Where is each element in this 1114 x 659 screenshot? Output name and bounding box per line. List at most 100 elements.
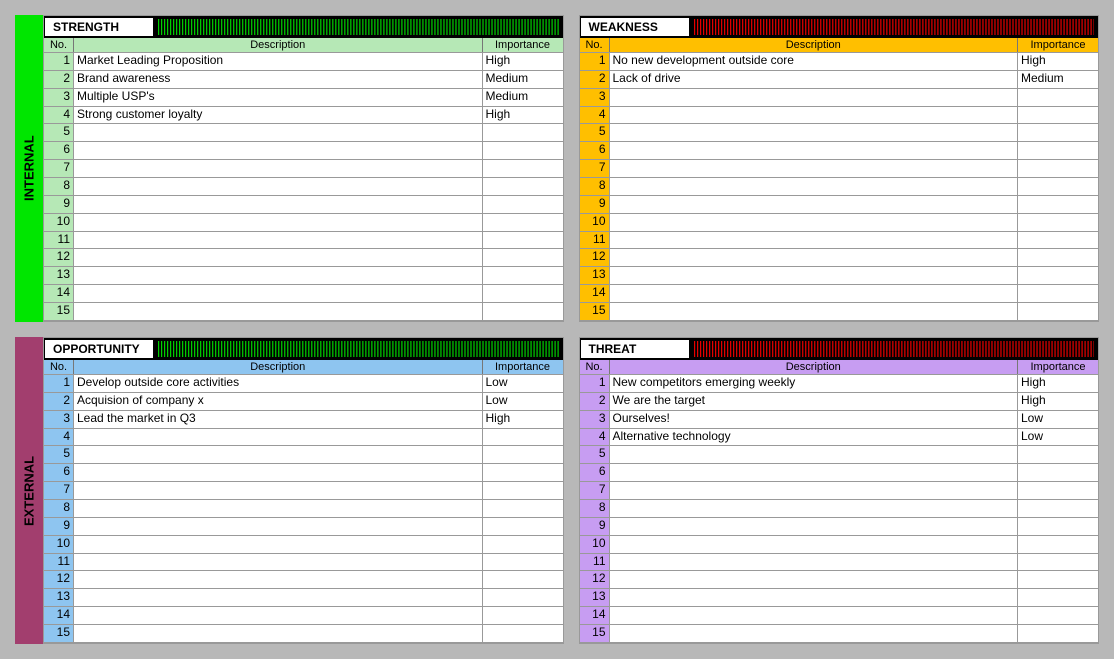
row-description[interactable] [610,267,1019,284]
row-description[interactable] [610,249,1019,266]
row-importance[interactable] [483,536,563,553]
row-description[interactable]: Alternative technology [610,429,1019,446]
row-importance[interactable] [483,589,563,606]
row-importance[interactable]: High [1018,53,1098,70]
row-description[interactable] [610,303,1019,320]
row-description[interactable] [610,142,1019,159]
row-description[interactable]: New competitors emerging weekly [610,375,1019,392]
row-importance[interactable] [1018,536,1098,553]
row-importance[interactable] [1018,607,1098,624]
row-importance[interactable] [483,214,563,231]
row-importance[interactable]: Medium [483,89,563,106]
row-description[interactable] [610,518,1019,535]
row-description[interactable]: Develop outside core activities [74,375,483,392]
row-importance[interactable] [483,607,563,624]
row-importance[interactable]: High [483,411,563,428]
row-description[interactable] [74,232,483,249]
row-description[interactable]: Ourselves! [610,411,1019,428]
row-importance[interactable]: High [1018,393,1098,410]
row-description[interactable]: Market Leading Proposition [74,53,483,70]
row-importance[interactable] [1018,285,1098,302]
row-description[interactable]: We are the target [610,393,1019,410]
row-description[interactable] [74,142,483,159]
row-description[interactable] [610,500,1019,517]
row-importance[interactable] [1018,89,1098,106]
row-description[interactable] [610,464,1019,481]
row-importance[interactable] [483,518,563,535]
row-description[interactable] [610,625,1019,642]
row-importance[interactable] [1018,178,1098,195]
row-importance[interactable] [1018,107,1098,124]
row-description[interactable] [610,178,1019,195]
row-importance[interactable] [483,232,563,249]
row-description[interactable]: Acquision of company x [74,393,483,410]
row-description[interactable]: Lack of drive [610,71,1019,88]
row-importance[interactable] [483,142,563,159]
row-description[interactable]: Lead the market in Q3 [74,411,483,428]
row-importance[interactable] [1018,196,1098,213]
row-description[interactable] [74,178,483,195]
row-description[interactable] [74,607,483,624]
row-importance[interactable] [1018,446,1098,463]
row-importance[interactable] [1018,571,1098,588]
row-importance[interactable]: Medium [483,71,563,88]
row-importance[interactable] [1018,124,1098,141]
row-importance[interactable]: Low [1018,411,1098,428]
row-importance[interactable] [483,464,563,481]
row-importance[interactable] [483,196,563,213]
row-description[interactable]: Multiple USP's [74,89,483,106]
row-description[interactable] [610,89,1019,106]
row-importance[interactable]: High [483,53,563,70]
row-importance[interactable] [1018,267,1098,284]
row-importance[interactable] [483,500,563,517]
row-importance[interactable] [483,571,563,588]
row-description[interactable] [610,160,1019,177]
row-description[interactable] [74,267,483,284]
row-description[interactable] [610,107,1019,124]
row-importance[interactable] [1018,214,1098,231]
row-description[interactable] [74,500,483,517]
row-description[interactable] [610,536,1019,553]
row-importance[interactable] [483,267,563,284]
row-importance[interactable] [1018,249,1098,266]
row-importance[interactable] [1018,500,1098,517]
row-importance[interactable] [483,124,563,141]
row-description[interactable] [74,446,483,463]
row-importance[interactable] [483,625,563,642]
row-importance[interactable] [483,446,563,463]
row-importance[interactable] [1018,464,1098,481]
row-description[interactable] [74,214,483,231]
row-description[interactable] [74,625,483,642]
row-importance[interactable] [1018,482,1098,499]
row-importance[interactable] [483,285,563,302]
row-description[interactable] [74,482,483,499]
row-importance[interactable] [483,160,563,177]
row-description[interactable] [74,124,483,141]
row-importance[interactable] [1018,142,1098,159]
row-importance[interactable] [1018,160,1098,177]
row-importance[interactable] [483,482,563,499]
row-description[interactable] [74,518,483,535]
row-description[interactable] [610,554,1019,571]
row-importance[interactable] [483,429,563,446]
row-description[interactable] [74,303,483,320]
row-description[interactable] [74,196,483,213]
row-importance[interactable] [1018,554,1098,571]
row-importance[interactable] [1018,625,1098,642]
row-importance[interactable]: Low [483,393,563,410]
row-description[interactable] [610,285,1019,302]
row-description[interactable] [610,124,1019,141]
row-importance[interactable]: Low [1018,429,1098,446]
row-description[interactable] [74,429,483,446]
row-description[interactable]: No new development outside core [610,53,1019,70]
row-importance[interactable] [483,249,563,266]
row-description[interactable] [610,446,1019,463]
row-description[interactable] [74,285,483,302]
row-importance[interactable] [483,554,563,571]
row-description[interactable] [74,536,483,553]
row-importance[interactable] [1018,518,1098,535]
row-importance[interactable] [1018,232,1098,249]
row-importance[interactable]: Low [483,375,563,392]
row-description[interactable] [610,589,1019,606]
row-importance[interactable] [1018,303,1098,320]
